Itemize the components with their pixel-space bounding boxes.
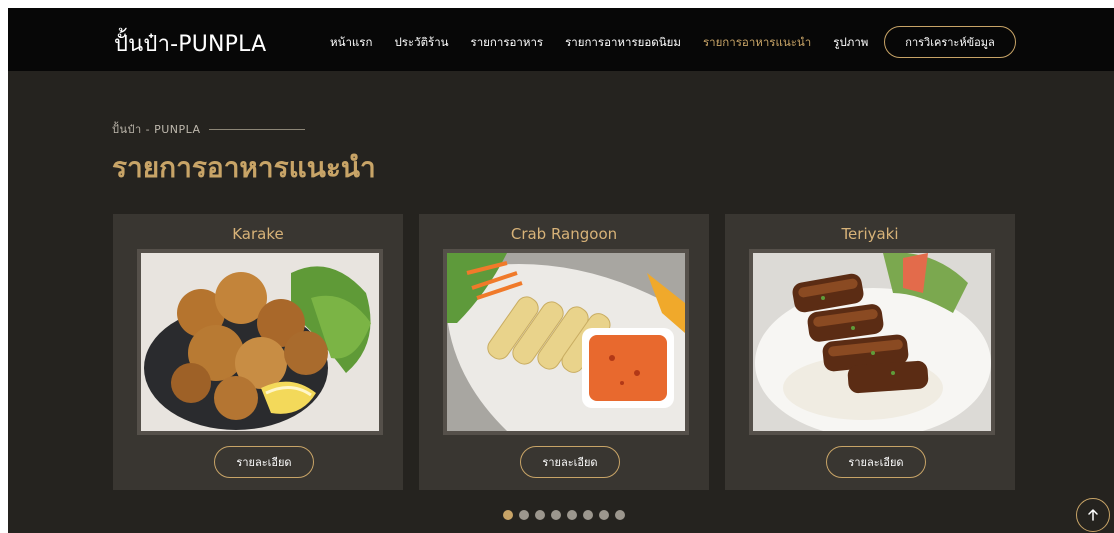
nav-popular[interactable]: รายการอาหารยอดนิยม bbox=[565, 34, 681, 52]
page-frame: ปั้นป๋า-PUNPLA หน้าแรก ประวัติร้าน รายกา… bbox=[8, 8, 1114, 533]
carousel-dot[interactable] bbox=[567, 510, 577, 520]
nav-gallery[interactable]: รูปภาพ bbox=[833, 34, 868, 52]
carousel-dot[interactable] bbox=[519, 510, 529, 520]
scroll-to-top-button[interactable] bbox=[1076, 498, 1110, 532]
food-card: Teriyaki รายละเอียด bbox=[725, 214, 1015, 490]
card-title: Crab Rangoon bbox=[510, 225, 618, 243]
breadcrumb: ปั้นป๋า - PUNPLA bbox=[112, 120, 305, 138]
teriyaki-photo bbox=[749, 249, 995, 435]
analytics-button[interactable]: การวิเคราะห์ข้อมูล bbox=[884, 26, 1016, 58]
food-card: Crab Rangoon รายละเอียด bbox=[419, 214, 709, 490]
breadcrumb-text: ปั้นป๋า - PUNPLA bbox=[112, 123, 201, 136]
card-title: Karake bbox=[232, 225, 284, 243]
carousel-dot[interactable] bbox=[615, 510, 625, 520]
carousel-dot[interactable] bbox=[551, 510, 561, 520]
carousel-dot[interactable] bbox=[583, 510, 593, 520]
details-button[interactable]: รายละเอียด bbox=[520, 446, 620, 478]
nav-home[interactable]: หน้าแรก bbox=[330, 34, 372, 52]
brand-logo[interactable]: ปั้นป๋า-PUNPLA bbox=[114, 26, 266, 61]
nav-history[interactable]: ประวัติร้าน bbox=[394, 34, 448, 52]
carousel-dot[interactable] bbox=[503, 510, 513, 520]
card-title: Teriyaki bbox=[841, 225, 899, 243]
nav-recommended[interactable]: รายการอาหารแนะนำ bbox=[703, 34, 811, 52]
main-nav: หน้าแรก ประวัติร้าน รายการอาหาร รายการอา… bbox=[330, 34, 890, 52]
page-title: รายการอาหารแนะนำ bbox=[112, 151, 376, 184]
carousel-dot[interactable] bbox=[599, 510, 609, 520]
fried-chicken-photo bbox=[137, 249, 383, 435]
top-navbar: ปั้นป๋า-PUNPLA หน้าแรก ประวัติร้าน รายกา… bbox=[8, 8, 1114, 71]
carousel-dot[interactable] bbox=[535, 510, 545, 520]
nav-menu[interactable]: รายการอาหาร bbox=[471, 34, 544, 52]
details-button[interactable]: รายละเอียด bbox=[826, 446, 926, 478]
food-card: Karake รายละเอียด bbox=[113, 214, 403, 490]
arrow-up-icon bbox=[1088, 509, 1098, 521]
carousel-dots bbox=[503, 510, 625, 520]
breadcrumb-divider bbox=[208, 128, 305, 130]
details-button[interactable]: รายละเอียด bbox=[214, 446, 314, 478]
spring-rolls-photo bbox=[443, 249, 689, 435]
